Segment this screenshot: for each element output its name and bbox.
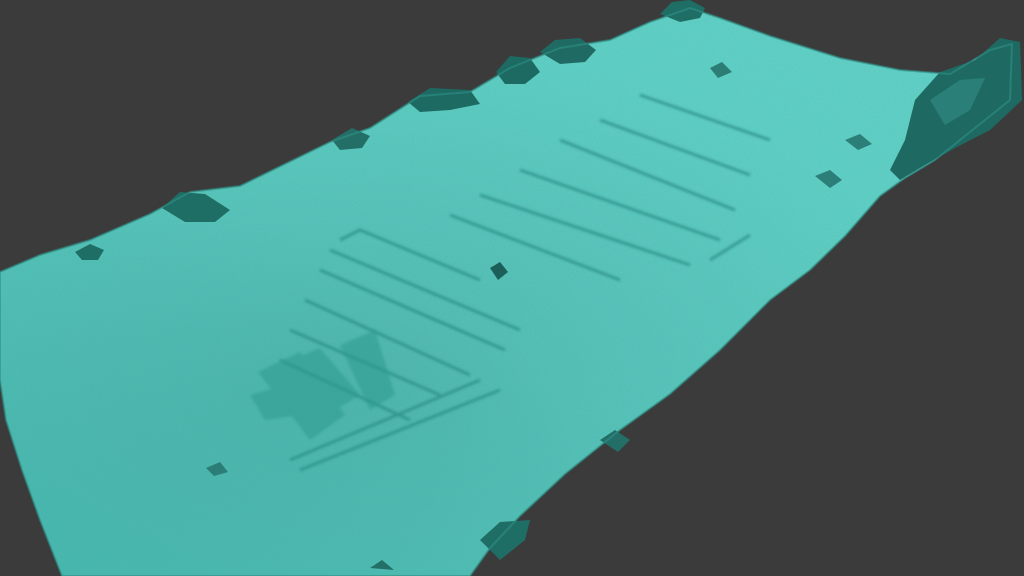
seabed-mesh-render — [0, 0, 1022, 576]
seabed-surface — [0, 8, 1012, 576]
model-viewport[interactable] — [0, 0, 1024, 576]
